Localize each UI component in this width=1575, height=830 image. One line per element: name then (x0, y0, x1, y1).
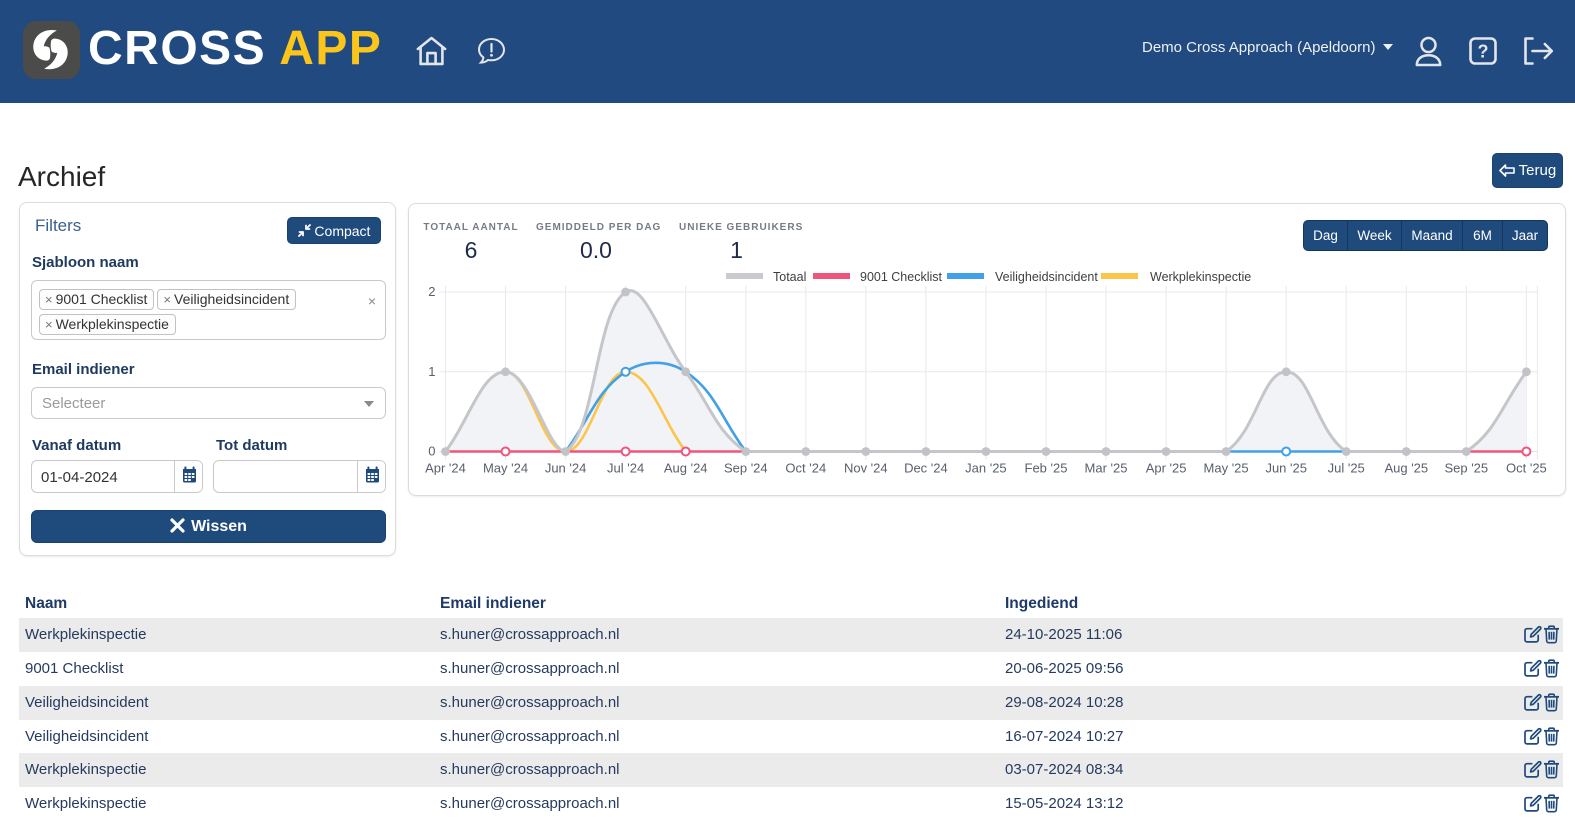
svg-text:Aug '24: Aug '24 (664, 461, 708, 476)
svg-text:Aug '25: Aug '25 (1384, 461, 1428, 476)
svg-text:Feb '25: Feb '25 (1025, 461, 1068, 476)
svg-text:Nov '24: Nov '24 (844, 461, 888, 476)
svg-text:Jul '24: Jul '24 (607, 461, 644, 476)
svg-text:May '24: May '24 (483, 461, 528, 476)
svg-text:Jun '25: Jun '25 (1265, 461, 1307, 476)
svg-text:Jun '24: Jun '24 (545, 461, 587, 476)
svg-text:Jul '25: Jul '25 (1328, 461, 1365, 476)
svg-text:2: 2 (428, 284, 435, 299)
svg-text:May '25: May '25 (1204, 461, 1249, 476)
svg-text:Oct '24: Oct '24 (785, 461, 826, 476)
svg-text:Sep '24: Sep '24 (724, 461, 768, 476)
svg-text:?: ? (1478, 42, 1489, 62)
svg-text:0: 0 (428, 444, 435, 459)
svg-text:Oct '25: Oct '25 (1506, 461, 1547, 476)
svg-text:Sep '25: Sep '25 (1444, 461, 1488, 476)
svg-text:Apr '24: Apr '24 (425, 461, 466, 476)
svg-text:Jan '25: Jan '25 (965, 461, 1007, 476)
svg-text:Dec '24: Dec '24 (904, 461, 948, 476)
svg-text:Mar '25: Mar '25 (1085, 461, 1128, 476)
svg-text:1: 1 (428, 364, 435, 379)
svg-text:Apr '25: Apr '25 (1146, 461, 1187, 476)
